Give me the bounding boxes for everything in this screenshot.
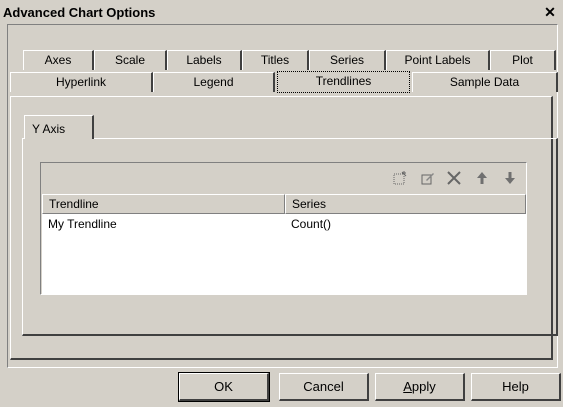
- advanced-chart-options-dialog: Advanced Chart Options ✕ Axes Scale Labe…: [0, 0, 563, 407]
- close-icon[interactable]: ✕: [543, 5, 557, 19]
- cancel-button[interactable]: Cancel: [279, 373, 369, 401]
- tab-titles[interactable]: Titles: [242, 50, 309, 70]
- tab-axes[interactable]: Axes: [23, 50, 94, 70]
- tab-sample-data[interactable]: Sample Data: [412, 72, 558, 92]
- ok-button[interactable]: OK: [178, 372, 270, 402]
- dialog-title: Advanced Chart Options: [3, 5, 156, 20]
- move-down-icon[interactable]: [502, 170, 518, 186]
- move-up-icon[interactable]: [474, 170, 490, 186]
- tab-hyperlink[interactable]: Hyperlink: [10, 72, 153, 92]
- tab-plot[interactable]: Plot: [490, 50, 556, 70]
- tab-scale[interactable]: Scale: [94, 50, 167, 70]
- delete-icon[interactable]: [446, 170, 462, 186]
- grid-header: Trendline Series: [42, 194, 526, 214]
- tab-trendlines[interactable]: Trendlines: [277, 71, 410, 93]
- trendline-list-frame: Trendline Series My Trendline Count(): [40, 162, 527, 295]
- new-trendline-icon[interactable]: [392, 170, 408, 186]
- table-row[interactable]: My Trendline Count(): [42, 216, 526, 234]
- column-header-series[interactable]: Series: [285, 194, 526, 214]
- series-cell: Count(): [291, 217, 332, 231]
- help-button[interactable]: Help: [471, 373, 561, 401]
- column-header-trendline[interactable]: Trendline: [42, 194, 285, 214]
- title-bar: Advanced Chart Options ✕: [0, 0, 563, 26]
- trendline-name-cell: My Trendline: [48, 217, 117, 231]
- edit-trendline-icon[interactable]: [420, 170, 436, 186]
- apply-button[interactable]: Apply: [375, 373, 465, 401]
- trendline-grid: Trendline Series My Trendline Count(): [42, 194, 526, 294]
- tab-labels[interactable]: Labels: [167, 50, 242, 70]
- tab-series[interactable]: Series: [309, 50, 386, 70]
- tab-legend[interactable]: Legend: [153, 72, 275, 92]
- tab-point-labels[interactable]: Point Labels: [386, 50, 490, 70]
- tab-y-axis[interactable]: Y Axis: [24, 115, 94, 139]
- trendline-toolbar: [42, 164, 526, 194]
